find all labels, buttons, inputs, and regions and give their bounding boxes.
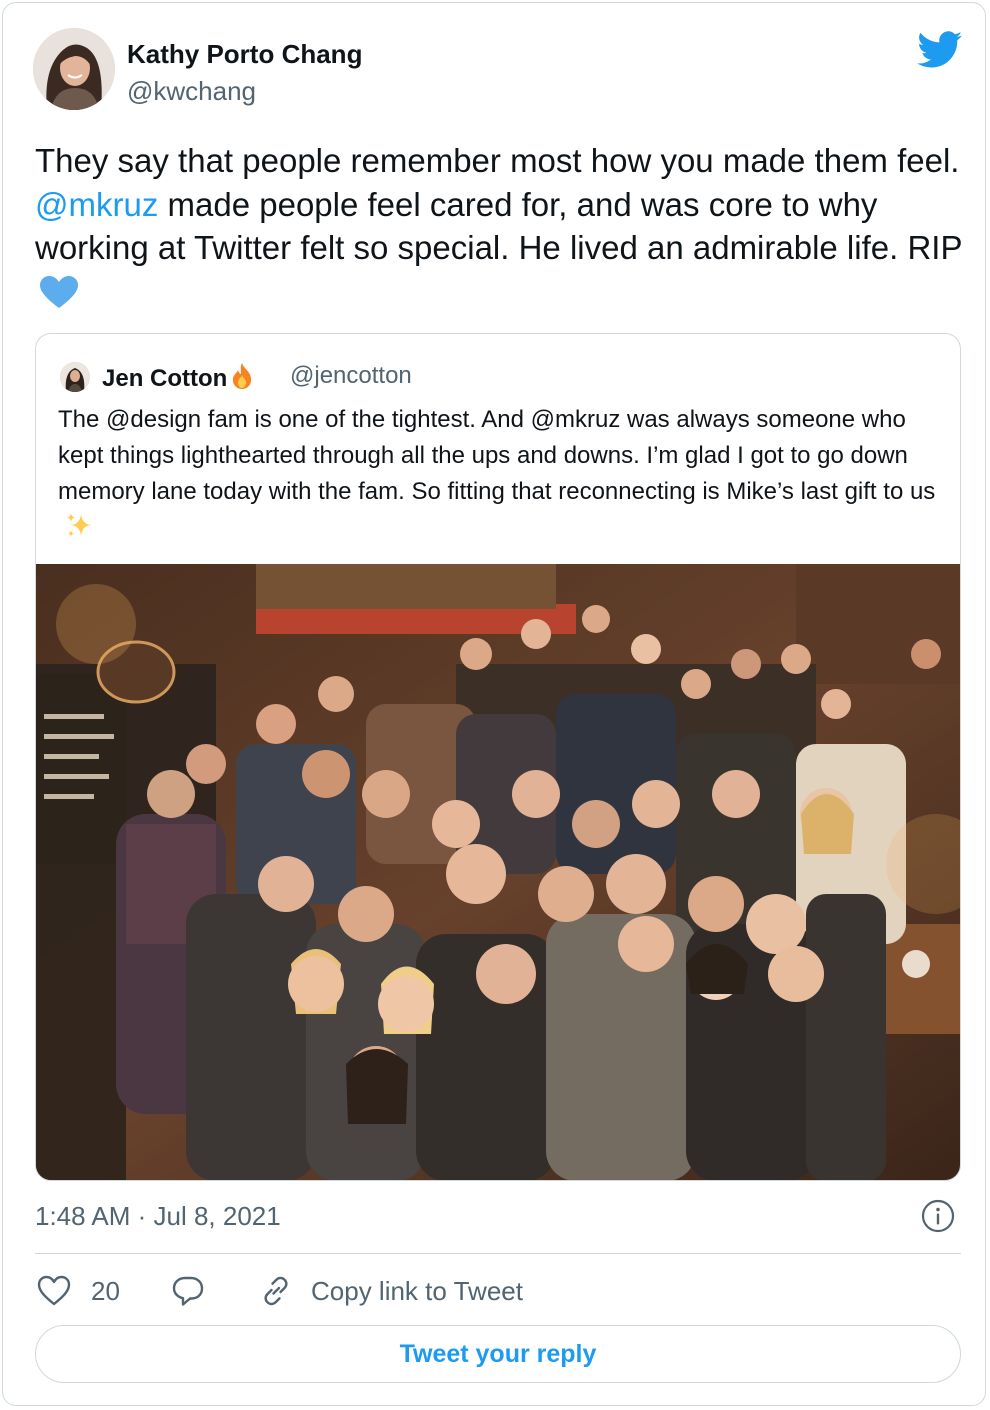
tweet-text-part1: They say that people remember most how y… (35, 142, 960, 179)
quoted-avatar (60, 362, 90, 392)
like-count: 20 (91, 1275, 120, 1306)
author-name[interactable]: Kathy Porto Chang (127, 39, 362, 70)
quoted-author-handle: @jencotton (290, 362, 412, 389)
reply-icon (172, 1276, 204, 1306)
quoted-avatar-icon (60, 362, 90, 392)
quoted-author-name: Jen Cotton (102, 362, 255, 393)
copy-link-label: Copy link to Tweet (311, 1275, 523, 1306)
quoted-tweet[interactable]: Jen Cotton @jencotton The @design fam is… (35, 333, 961, 1181)
quoted-name-text: Jen Cotton (102, 365, 228, 392)
author-avatar[interactable] (33, 28, 115, 110)
reply-icon-button[interactable] (171, 1271, 205, 1311)
copy-link-button[interactable]: Copy link to Tweet (259, 1271, 523, 1311)
avatar-photo-icon (33, 28, 115, 110)
twitter-bird-icon[interactable] (917, 31, 963, 69)
heart-icon (37, 1275, 71, 1306)
info-icon[interactable] (921, 1199, 955, 1233)
tweet-your-reply-button[interactable]: Tweet your reply (35, 1325, 961, 1383)
tweet-text: They say that people remember most how y… (35, 139, 965, 313)
blue-heart-icon (40, 275, 78, 308)
quoted-text: The @design fam is one of the tightest. … (58, 402, 938, 546)
tweet-card: Kathy Porto Chang @kwchang They say that… (2, 2, 986, 1406)
sparkles-icon (67, 513, 91, 537)
tweet-text-part2: made people feel cared for, and was core… (35, 185, 963, 267)
group-photo[interactable] (36, 564, 960, 1181)
divider (35, 1253, 961, 1254)
like-button[interactable]: 20 (37, 1271, 120, 1311)
fire-icon (233, 363, 252, 389)
link-icon (264, 1276, 288, 1306)
quoted-text-body: The @design fam is one of the tightest. … (58, 406, 936, 505)
mention-link[interactable]: @mkruz (35, 186, 158, 223)
tweet-timestamp[interactable]: 1:48 AM · Jul 8, 2021 (35, 1201, 281, 1232)
author-handle[interactable]: @kwchang (127, 76, 256, 107)
